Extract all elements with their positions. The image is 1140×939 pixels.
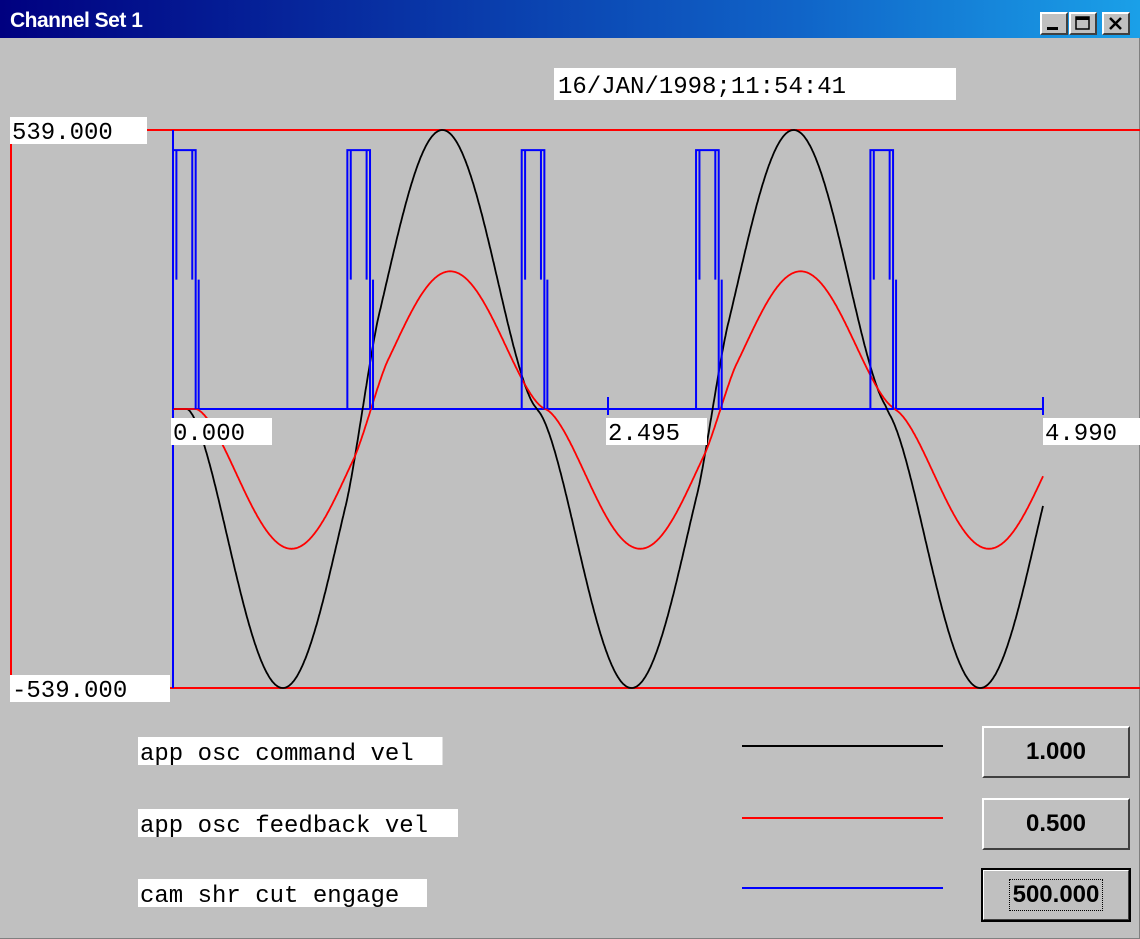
engage-pulse — [520, 149, 549, 409]
x-tick-label-start: 0.000 — [173, 421, 245, 448]
engage-pulse — [346, 149, 375, 409]
oscilloscope-plot: 16/JAN/1998;11:54:41 539.000 -539.000 0.00… — [10, 68, 1140, 910]
timestamp: 16/JAN/1998;11:54:41 — [558, 74, 846, 101]
scale-button[interactable]: 1.000 — [982, 726, 1130, 778]
scale-button[interactable]: 0.500 — [982, 798, 1130, 850]
scale-value: 1.000 — [1025, 738, 1087, 765]
legend-label: app osc feedback vel — [140, 813, 428, 840]
legend-label: cam shr cut engage — [140, 883, 399, 910]
y-min-label: -539.000 — [12, 678, 127, 705]
scale-value: 500.000 — [1008, 879, 1104, 911]
legend-label: app osc command vel — [140, 741, 414, 768]
scale-button[interactable]: 500.000 — [981, 868, 1131, 922]
y-max-label: 539.000 — [12, 120, 113, 147]
channel-set-window: Channel Set 1 16/JAN/1998;11:54:41 539.0… — [0, 0, 1140, 939]
scale-value: 0.500 — [1025, 810, 1087, 837]
x-tick-label-mid: 2.495 — [608, 421, 680, 448]
engage-pulse — [869, 149, 898, 409]
engage-pulse — [695, 149, 723, 409]
engage-pulse — [172, 149, 200, 409]
x-tick-label-end: 4.990 — [1045, 421, 1117, 448]
